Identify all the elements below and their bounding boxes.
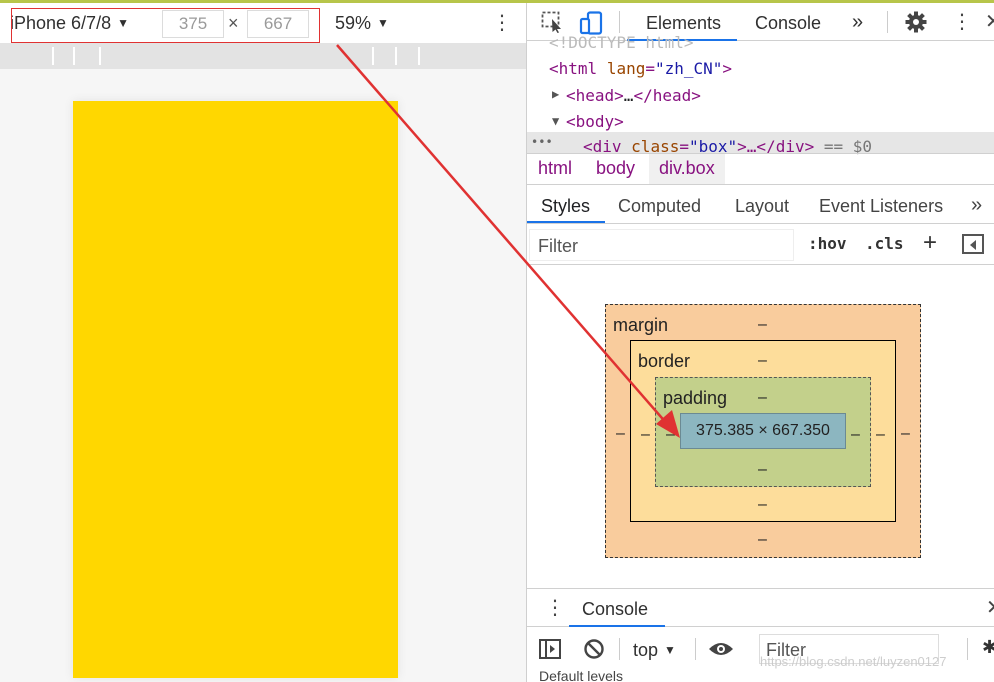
- yellow-box-element[interactable]: [73, 101, 398, 678]
- border-label: border: [638, 351, 691, 371]
- more-tabs-icon[interactable]: »: [852, 11, 863, 34]
- drawer-tabbar: ⋮ Console ✕: [527, 589, 994, 627]
- console-levels-row: Default levels: [527, 668, 994, 682]
- styles-filter-input[interactable]: Filter: [529, 229, 794, 261]
- more-tabs-icon[interactable]: »: [971, 194, 982, 217]
- toolbar-separator: [967, 638, 968, 660]
- dom-html-line[interactable]: <html lang="zh_CN">: [549, 59, 732, 78]
- dom-tag: <body>: [566, 112, 624, 131]
- toggle-sidebar-icon[interactable]: [962, 234, 984, 254]
- vertical-dots-icon[interactable]: ⋮: [545, 595, 565, 620]
- dom-attr-value: "zh_CN": [654, 59, 723, 78]
- class-toggle-button[interactable]: .cls: [865, 234, 904, 253]
- styles-filter-bar: Filter :hov .cls +: [527, 225, 994, 265]
- eye-icon[interactable]: [708, 640, 734, 663]
- border-bottom-value[interactable]: –: [758, 496, 767, 514]
- dom-doctype-line[interactable]: <!DOCTYPE html>: [549, 33, 694, 52]
- breadcrumb: html body div.box: [527, 153, 994, 185]
- tab-elements[interactable]: Elements: [646, 13, 721, 34]
- device-viewport-area: [0, 69, 526, 682]
- hover-state-button[interactable]: :hov: [808, 234, 847, 253]
- dom-equals: =: [645, 59, 655, 78]
- drawer-tab-console[interactable]: Console: [582, 599, 648, 620]
- dom-ellipsis: …: [623, 86, 634, 105]
- add-style-rule-button[interactable]: +: [923, 229, 937, 257]
- ruler-tick: [73, 47, 75, 65]
- padding-bottom-value[interactable]: –: [758, 461, 767, 479]
- toolbar-separator: [619, 11, 620, 33]
- toolbar-separator: [619, 638, 620, 660]
- padding-left-value[interactable]: –: [666, 426, 675, 444]
- dom-body-line[interactable]: <body>: [566, 112, 624, 131]
- padding-top-value[interactable]: –: [758, 389, 767, 407]
- dom-tag: </head>: [633, 86, 701, 105]
- device-screen: [73, 101, 398, 678]
- dom-row-dots-icon[interactable]: •••: [531, 135, 553, 149]
- box-model-diagram: margin – – – – border – – – – padding – …: [527, 266, 994, 588]
- padding-label: padding: [663, 388, 728, 408]
- caret-down-icon: ▼: [664, 643, 676, 657]
- close-icon[interactable]: ✕: [985, 9, 994, 34]
- caret-down-icon: ▼: [377, 16, 389, 30]
- default-levels-label[interactable]: Default levels: [539, 668, 623, 682]
- devtools-panel: Elements Console » ⋮ ✕ <!DOCTYPE html> <…: [527, 3, 994, 682]
- settings-gear-icon[interactable]: ✱: [982, 637, 994, 658]
- dom-head-line[interactable]: <head>…</head>: [566, 86, 701, 105]
- breadcrumb-div-box[interactable]: div.box: [649, 154, 725, 184]
- toolbar-separator: [695, 638, 696, 660]
- clear-console-icon[interactable]: [583, 638, 605, 665]
- context-value: top: [633, 640, 659, 660]
- margin-right-value[interactable]: –: [901, 425, 910, 443]
- border-left-value[interactable]: –: [641, 426, 650, 444]
- media-query-ruler[interactable]: [0, 43, 526, 69]
- tab-console[interactable]: Console: [755, 13, 821, 34]
- collapse-triangle-icon[interactable]: ▼: [552, 114, 559, 128]
- dom-tag: <html: [549, 59, 598, 78]
- ruler-tick: [52, 47, 54, 65]
- dom-tag: <head>: [566, 86, 624, 105]
- tab-layout[interactable]: Layout: [735, 196, 789, 217]
- dom-tree: <!DOCTYPE html> <html lang="zh_CN"> ▶ <h…: [527, 33, 994, 156]
- border-right-value[interactable]: –: [876, 426, 885, 444]
- box-model-padding[interactable]: padding – – – – 375.385 × 667.350: [655, 377, 871, 487]
- tab-event-listeners[interactable]: Event Listeners: [819, 196, 943, 217]
- vertical-dots-icon[interactable]: ⋮: [952, 9, 972, 34]
- zoom-select[interactable]: 59% ▼: [335, 13, 389, 34]
- device-toolbar: iPhone 6/7/8 ▼ 375 × 667 59% ▼ ⋮: [0, 3, 526, 43]
- ruler-tick: [372, 47, 374, 65]
- dom-attr-name: lang: [606, 59, 646, 78]
- watermark-text: https://blog.csdn.net/luyzen0127: [760, 654, 947, 669]
- margin-top-value[interactable]: –: [758, 316, 767, 334]
- toolbar-separator: [887, 11, 888, 33]
- box-model-margin[interactable]: margin – – – – border – – – – padding – …: [605, 304, 921, 558]
- box-model-content-size[interactable]: 375.385 × 667.350: [680, 413, 846, 449]
- device-emulation-pane: iPhone 6/7/8 ▼ 375 × 667 59% ▼ ⋮: [0, 3, 526, 682]
- annotation-highlight-box: [11, 8, 320, 43]
- ruler-tick: [418, 47, 420, 65]
- margin-bottom-value[interactable]: –: [758, 531, 767, 549]
- zoom-value: 59%: [335, 13, 372, 33]
- styles-subtabs: Styles Computed Layout Event Listeners »: [527, 186, 994, 224]
- expand-triangle-icon[interactable]: ▶: [552, 87, 559, 101]
- ruler-tick: [99, 47, 101, 65]
- tab-styles[interactable]: Styles: [541, 196, 590, 217]
- dom-tag: >: [722, 59, 733, 78]
- close-icon[interactable]: ✕: [986, 595, 994, 620]
- breadcrumb-html[interactable]: html: [538, 158, 572, 179]
- tab-computed[interactable]: Computed: [618, 196, 701, 217]
- border-top-value[interactable]: –: [758, 352, 767, 370]
- margin-label: margin: [613, 315, 669, 335]
- padding-right-value[interactable]: –: [851, 426, 860, 444]
- margin-left-value[interactable]: –: [616, 425, 625, 443]
- active-tab-indicator: [527, 221, 605, 223]
- vertical-dots-icon[interactable]: ⋮: [492, 11, 512, 35]
- toggle-sidebar-icon[interactable]: [539, 638, 561, 665]
- settings-gear-icon[interactable]: [905, 11, 927, 38]
- breadcrumb-body[interactable]: body: [596, 158, 635, 179]
- active-tab-indicator: [569, 625, 665, 627]
- ruler-tick: [395, 47, 397, 65]
- context-select[interactable]: top ▼: [633, 640, 676, 661]
- box-model-border[interactable]: border – – – – padding – – – – 375.385 ×…: [630, 340, 896, 522]
